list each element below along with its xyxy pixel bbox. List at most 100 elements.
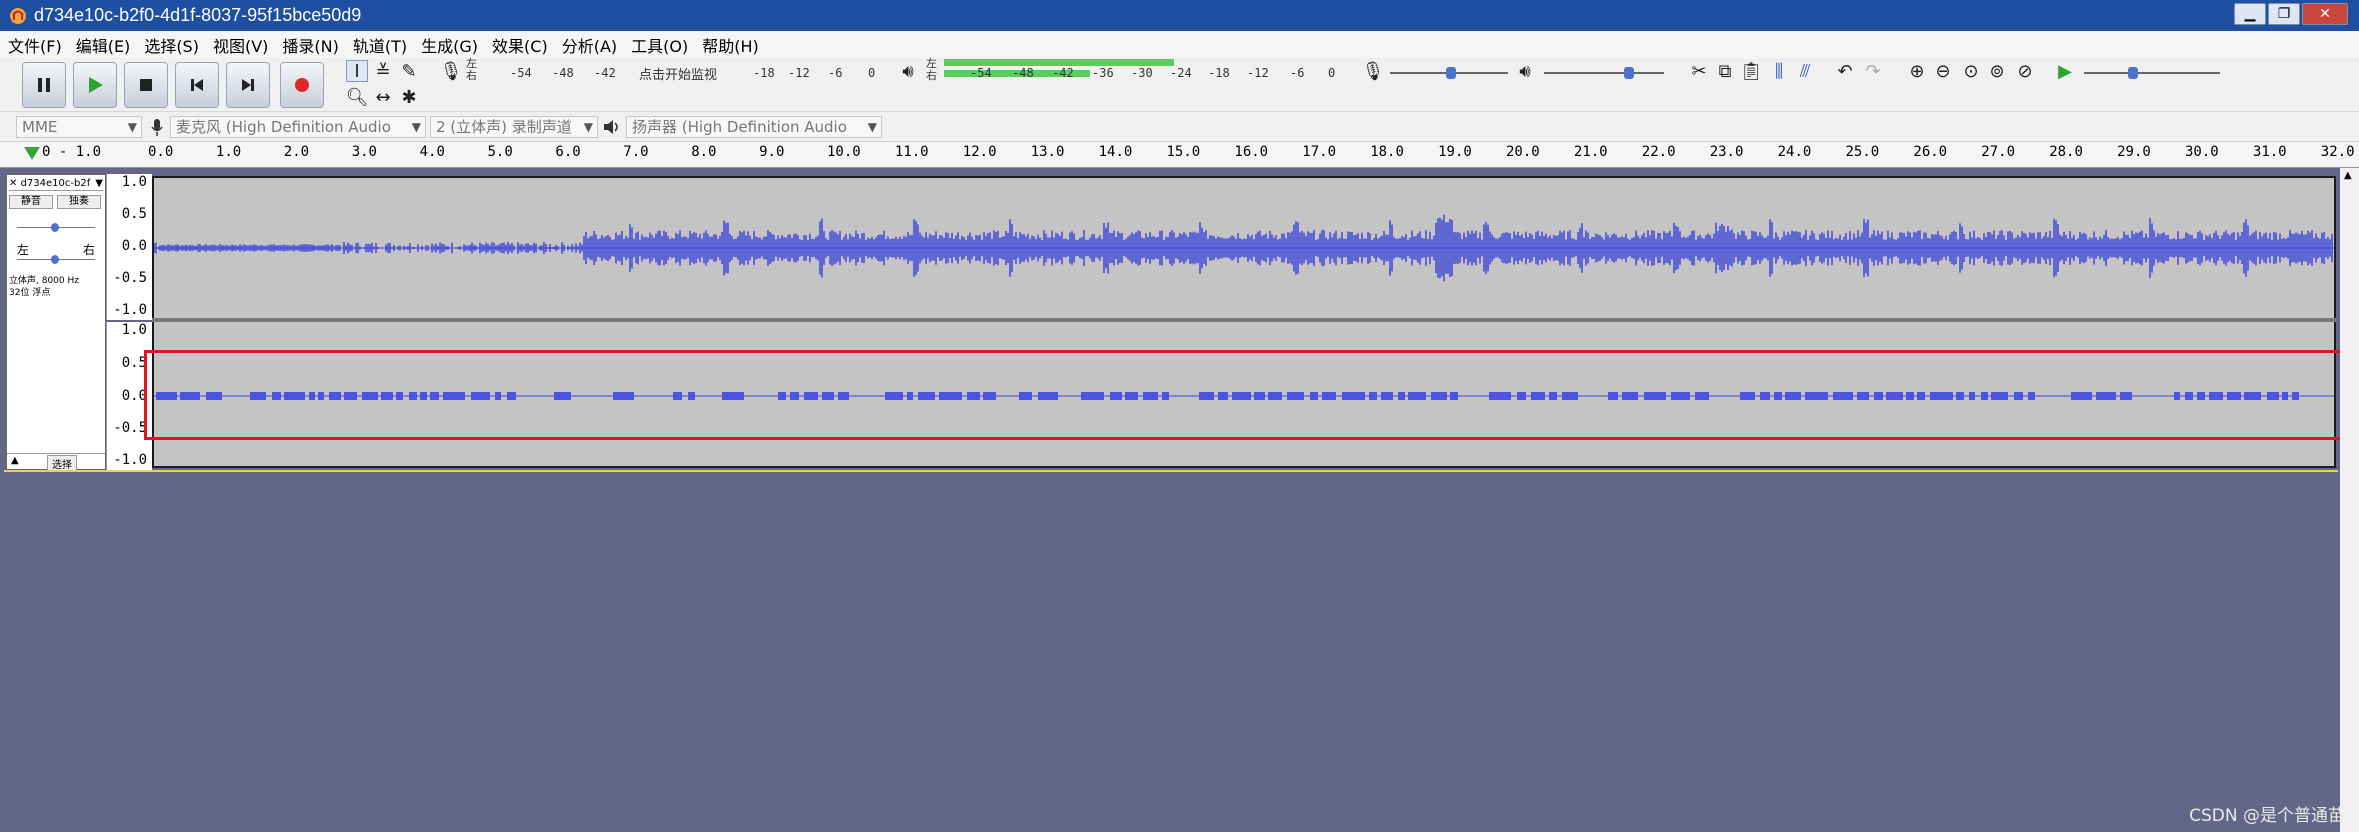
play-at-speed-button[interactable]: ▶ bbox=[2054, 60, 2076, 82]
playback-meter[interactable]: 左 右 -54 -48 -42 -36 -30 -24 -18 -12 -6 0 bbox=[926, 58, 1346, 86]
device-toolbar: MME ▼ 麦克风 (High Definition Audio ▼ 2 (立体声)… bbox=[0, 112, 2359, 142]
ruler-tick-label: 20.0 bbox=[1506, 144, 1540, 160]
zoom-fit-icon: ⊚ bbox=[1989, 60, 2005, 82]
menu-generate[interactable]: 生成(G) bbox=[421, 33, 478, 57]
zoom-out-icon: ⊖ bbox=[1935, 60, 1951, 82]
menu-edit[interactable]: 编辑(E) bbox=[76, 33, 131, 57]
menu-select[interactable]: 选择(S) bbox=[144, 33, 199, 57]
slider-thumb[interactable] bbox=[51, 223, 59, 232]
channel1-waveform[interactable] bbox=[152, 176, 2336, 318]
close-icon[interactable]: ✕ bbox=[9, 178, 17, 189]
collapse-icon[interactable]: ▲ bbox=[11, 455, 19, 466]
skip-end-button[interactable] bbox=[226, 62, 270, 108]
copy-button[interactable]: ⧉ bbox=[1714, 60, 1736, 82]
redo-button[interactable]: ↷ bbox=[1862, 60, 1884, 82]
ruler-tick-label: 4.0 bbox=[419, 144, 445, 160]
menu-transport[interactable]: 播录(N) bbox=[282, 33, 338, 57]
track-name: d734e10c-b2f bbox=[20, 178, 91, 189]
track-menu-button[interactable]: ✕ d734e10c-b2f ▼ bbox=[9, 177, 103, 191]
solo-button[interactable]: 独奏 bbox=[57, 195, 101, 209]
scroll-up-icon[interactable]: ▲ bbox=[2344, 170, 2352, 181]
meter-tick: -18 bbox=[753, 66, 775, 80]
draw-tool[interactable]: ✎ bbox=[398, 60, 420, 82]
menu-file[interactable]: 文件(F) bbox=[8, 33, 62, 57]
meter-tick: -48 bbox=[1012, 66, 1034, 80]
zoom-selection-icon: ⊙ bbox=[1963, 60, 1979, 82]
mute-button[interactable]: 静音 bbox=[9, 195, 53, 209]
zoom-in-button[interactable]: ⊕ bbox=[1906, 60, 1928, 82]
fit-selection-button[interactable]: ⊙ bbox=[1960, 60, 1982, 82]
playback-device-select[interactable]: 扬声器 (High Definition Audio ▼ bbox=[626, 116, 882, 138]
record-button[interactable] bbox=[280, 62, 324, 108]
slider-thumb[interactable] bbox=[1446, 67, 1456, 79]
fit-project-button[interactable]: ⊚ bbox=[1986, 60, 2008, 82]
stop-icon bbox=[140, 79, 152, 91]
timeline-ruler[interactable]: 0 - 1.0 0.0 1.0 2.0 3.0 4.0 5.0 6.0 7.0 8.0 9.0 10… bbox=[0, 142, 2359, 168]
zoom-toggle-button[interactable]: ⊘ bbox=[2014, 60, 2036, 82]
slider-thumb[interactable] bbox=[1624, 67, 1634, 79]
minimize-button[interactable]: ▁ bbox=[2234, 3, 2266, 25]
envelope-tool[interactable]: ≚ bbox=[372, 60, 394, 82]
toolbar: I ≚ ✎ 🔍︎ ↔ ✱ 🎙︎ 左 右 -54 -48 -42 点击开始监视 -… bbox=[0, 58, 2359, 112]
clipboard-icon: 📋︎ bbox=[1739, 60, 1763, 82]
ruler-tick-label: 16.0 bbox=[1234, 144, 1269, 160]
play-meter-speaker-button[interactable]: 🔊︎ bbox=[897, 60, 919, 82]
menu-analyze[interactable]: 分析(A) bbox=[562, 33, 617, 57]
scale-label: 1.0 bbox=[121, 174, 147, 190]
speaker-icon: 🔊︎ bbox=[902, 60, 914, 82]
zoom-out-button[interactable]: ⊖ bbox=[1932, 60, 1954, 82]
trim-button[interactable]: ⫼ bbox=[1768, 60, 1790, 82]
recording-channels-select[interactable]: 2 (立体声) 录制声道 ▼ bbox=[430, 116, 598, 138]
menu-effect[interactable]: 效果(C) bbox=[492, 33, 548, 57]
microphone-icon: 🎙︎ bbox=[439, 60, 463, 82]
cut-button[interactable]: ✂ bbox=[1688, 60, 1710, 82]
watermark: CSDN @是个普通苗 bbox=[2189, 806, 2345, 826]
menu-tracks[interactable]: 轨道(T) bbox=[353, 33, 407, 57]
timeshift-tool[interactable]: ↔ bbox=[372, 86, 394, 108]
ruler-tick-label: 26.0 bbox=[1913, 144, 1948, 160]
speaker-icon bbox=[604, 120, 618, 134]
play-button[interactable] bbox=[73, 62, 117, 108]
meter-tick: 0 bbox=[868, 66, 876, 80]
ruler-tick-label: 23.0 bbox=[1709, 144, 1744, 160]
vertical-scrollbar[interactable]: ▲ bbox=[2340, 168, 2359, 832]
recording-device-select[interactable]: 麦克风 (High Definition Audio ▼ bbox=[170, 116, 426, 138]
menu-view[interactable]: 视图(V) bbox=[213, 33, 268, 57]
slider-thumb[interactable] bbox=[2128, 67, 2138, 79]
menu-bar: 文件(F) 编辑(E) 选择(S) 视图(V) 播录(N) 轨道(T) 生成(G… bbox=[0, 31, 2359, 58]
ruler-tick-label: 22.0 bbox=[1641, 144, 1676, 160]
close-button[interactable]: ✕ bbox=[2302, 3, 2348, 25]
microphone-icon bbox=[151, 119, 163, 136]
meter-tick: -6 bbox=[1290, 66, 1305, 80]
pause-button[interactable] bbox=[22, 62, 66, 108]
zoom-tool[interactable]: 🔍︎ bbox=[346, 86, 369, 108]
slider-thumb[interactable] bbox=[51, 255, 59, 264]
record-volume-slider[interactable] bbox=[1390, 67, 1508, 79]
meter-tick: 0 bbox=[1328, 66, 1336, 80]
window-title: d734e10c-b2f0-4d1f-8037-95f15bce50d9 bbox=[34, 5, 362, 25]
gain-slider[interactable] bbox=[17, 223, 95, 232]
playback-volume-slider[interactable] bbox=[1544, 67, 1664, 79]
record-meter-mic-button[interactable]: 🎙︎ bbox=[439, 60, 463, 82]
record-meter[interactable]: 左 右 -54 -48 -42 点击开始监视 -18 -12 -6 0 bbox=[466, 58, 886, 86]
microphone-icon: 🎙︎ bbox=[1361, 60, 1385, 82]
multi-tool[interactable]: ✱ bbox=[398, 86, 420, 108]
menu-help[interactable]: 帮助(H) bbox=[702, 33, 759, 57]
audio-host-select[interactable]: MME ▼ bbox=[16, 116, 142, 138]
selection-tool[interactable]: I bbox=[346, 60, 368, 82]
ruler-tick-label: 32.0 bbox=[2320, 144, 2355, 160]
play-speed-slider[interactable] bbox=[2084, 67, 2220, 79]
silence-button[interactable]: ⫻ bbox=[1794, 60, 1816, 82]
track-control-panel: ✕ d734e10c-b2f ▼ 静音 独奏 左 右 立体声, 8000 Hz … bbox=[6, 174, 106, 472]
skip-start-button[interactable] bbox=[175, 62, 219, 108]
scale-label: -1.0 bbox=[113, 452, 147, 468]
double-arrow-icon: ↔ bbox=[375, 86, 391, 108]
ruler-tick-label: 15.0 bbox=[1166, 144, 1201, 160]
recording-channels-value: 2 (立体声) 录制声道 bbox=[436, 118, 572, 136]
stop-button[interactable] bbox=[124, 62, 168, 108]
undo-button[interactable]: ↶ bbox=[1834, 60, 1856, 82]
pan-slider[interactable] bbox=[17, 255, 95, 264]
paste-button[interactable]: 📋︎ bbox=[1739, 60, 1763, 82]
menu-tools[interactable]: 工具(O) bbox=[631, 33, 688, 57]
maximize-button[interactable]: ❐ bbox=[2268, 3, 2300, 25]
